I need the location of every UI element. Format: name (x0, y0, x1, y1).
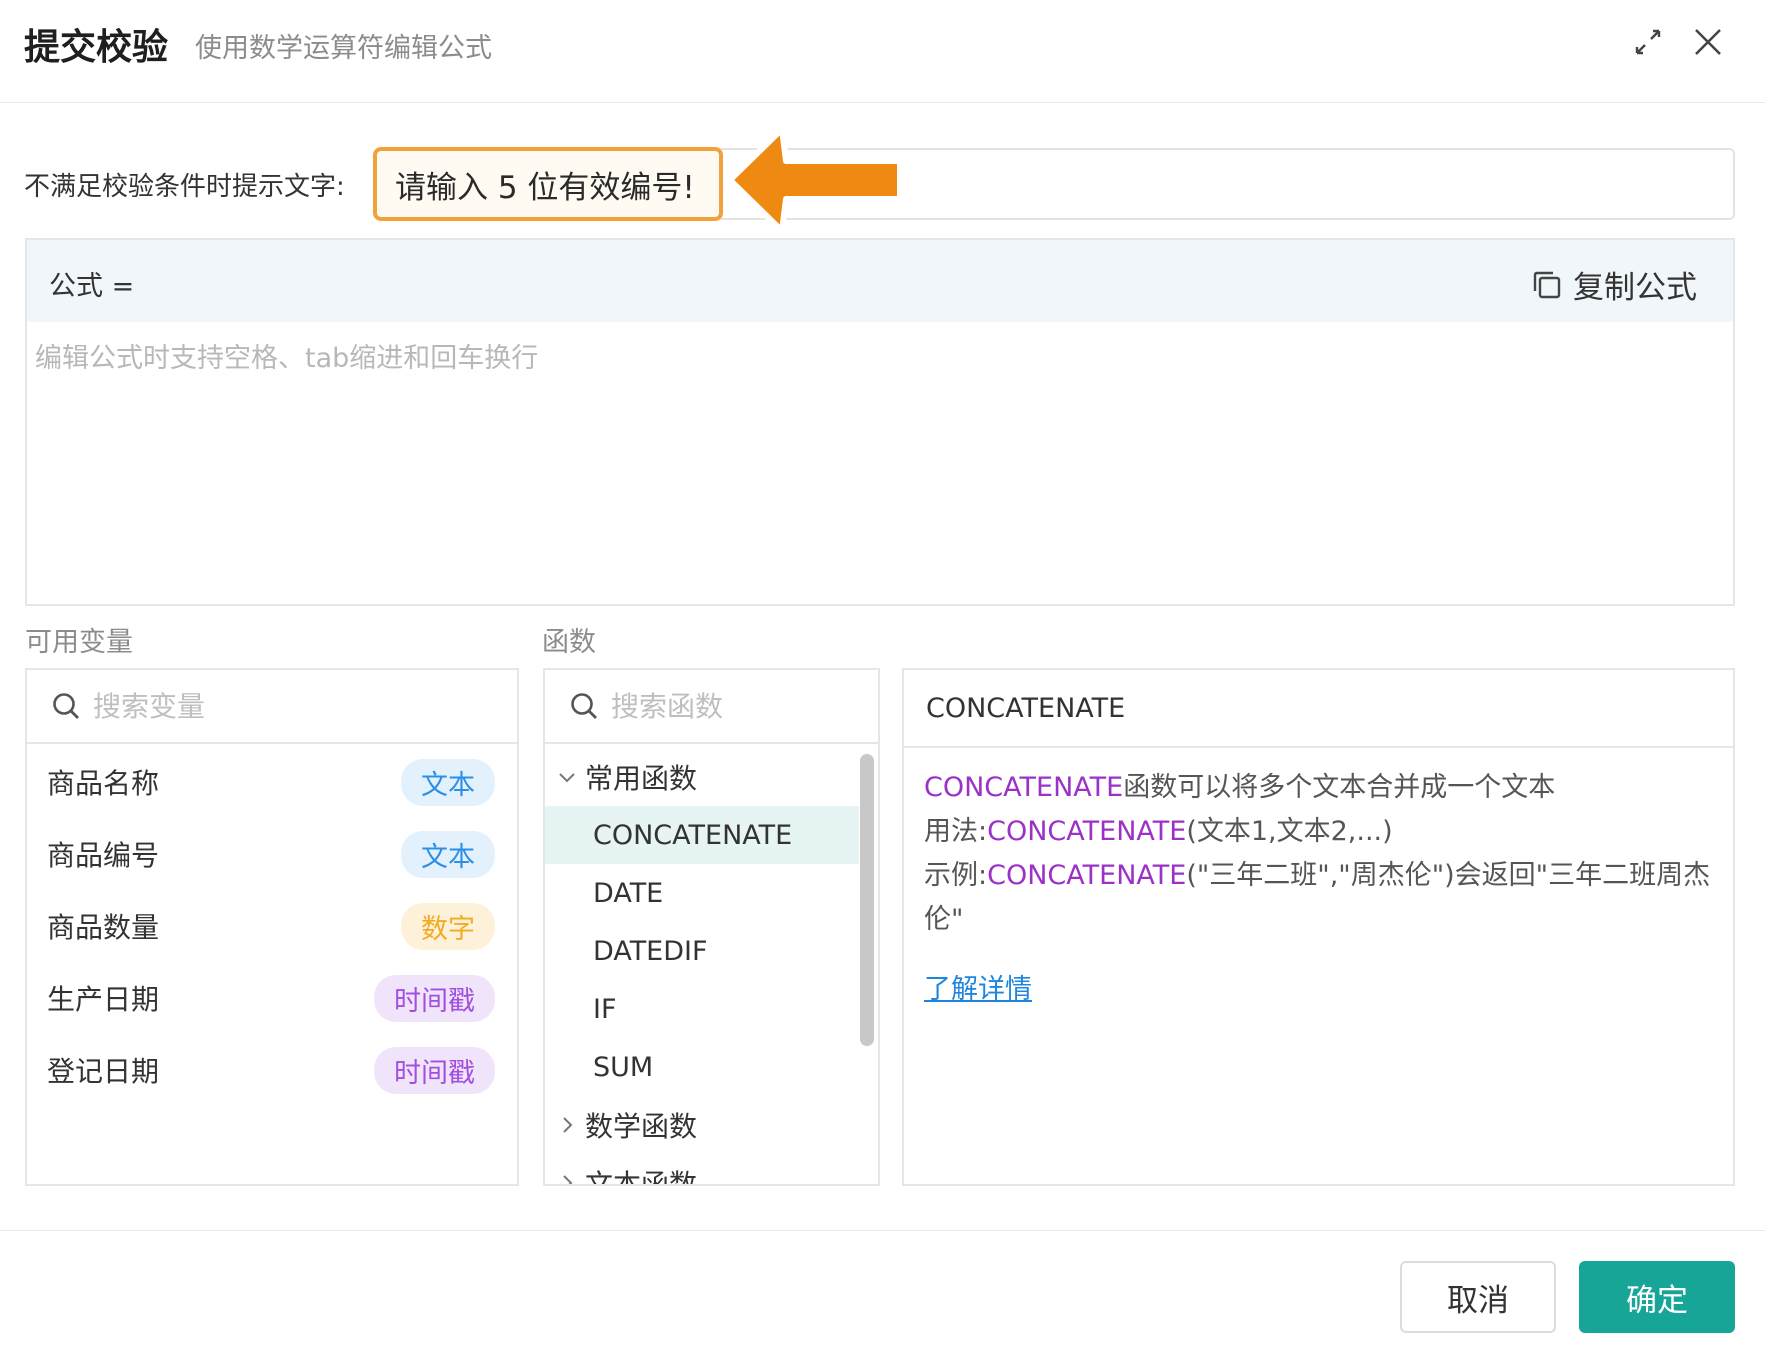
formula-placeholder: 编辑公式时支持空格、tab缩进和回车换行 (35, 343, 539, 374)
dialog-header: 提交校验 使用数学运算符编辑公式 (0, 0, 1765, 103)
function-item[interactable]: SUM (545, 1038, 859, 1096)
formula-header: 公式 = 复制公式 (27, 240, 1733, 322)
functions-section-label: 函数 (542, 627, 596, 658)
variable-name: 生产日期 (47, 983, 160, 1016)
chevron-down-icon (559, 773, 575, 783)
function-item[interactable]: DATE (545, 864, 859, 922)
variable-search-input[interactable] (93, 689, 393, 723)
chevron-right-icon (563, 1117, 573, 1133)
variable-item[interactable]: 商品编号 文本 (27, 818, 517, 890)
variables-panel: 商品名称 文本 商品编号 文本 商品数量 数字 生产日期 时间戳 登记日期 时间… (25, 668, 519, 1186)
variable-item[interactable]: 生产日期 时间戳 (27, 962, 517, 1034)
arrow-left-icon (727, 126, 903, 234)
hint-label: 不满足校验条件时提示文字: (24, 172, 345, 202)
function-description: CONCATENATE函数可以将多个文本合并成一个文本 (924, 766, 1713, 810)
function-group-math[interactable]: 数学函数 (545, 1096, 878, 1154)
variable-item[interactable]: 登记日期 时间戳 (27, 1034, 517, 1106)
variable-name: 登记日期 (47, 1055, 160, 1088)
type-badge: 文本 (401, 830, 495, 878)
type-badge: 文本 (401, 758, 495, 806)
function-name: CONCATENATE (987, 816, 1187, 847)
function-list-scrollbar[interactable] (860, 754, 874, 1046)
function-name: CONCATENATE (987, 860, 1187, 891)
confirm-button[interactable]: 确定 (1579, 1261, 1735, 1333)
close-x-icon (1695, 29, 1721, 55)
cancel-button[interactable]: 取消 (1400, 1261, 1556, 1333)
function-group-label: 数学函数 (585, 1110, 698, 1143)
formula-editor[interactable]: 公式 = 复制公式 编辑公式时支持空格、tab缩进和回车换行 (25, 238, 1735, 606)
function-search-input[interactable] (611, 689, 831, 723)
type-badge: 时间戳 (374, 974, 495, 1022)
function-example: 示例:CONCATENATE("三年二班","周杰伦")会返回"三年二班周杰伦" (924, 854, 1713, 942)
dialog-footer: 取消 确定 (0, 1230, 1765, 1351)
function-name: CONCATENATE (924, 772, 1124, 803)
variable-name: 商品编号 (47, 839, 160, 872)
formula-label: 公式 = (49, 271, 135, 302)
function-group-common[interactable]: 常用函数 (545, 748, 878, 806)
function-detail-panel: CONCATENATE CONCATENATE函数可以将多个文本合并成一个文本 … (902, 668, 1735, 1186)
type-badge: 时间戳 (374, 1046, 495, 1094)
chevron-right-icon (563, 1175, 573, 1184)
variables-section-label: 可用变量 (25, 627, 133, 658)
copy-formula-label: 复制公式 (1573, 270, 1697, 306)
function-description-text: 函数可以将多个文本合并成一个文本 (1123, 772, 1556, 803)
function-search (545, 670, 878, 744)
usage-label: 用法: (924, 816, 988, 847)
function-item[interactable]: DATEDIF (545, 922, 859, 980)
function-item[interactable]: IF (545, 980, 859, 1038)
learn-more-link[interactable]: 了解详情 (924, 968, 1032, 1012)
search-icon (53, 693, 79, 719)
variable-name: 商品名称 (47, 767, 160, 800)
function-group-label: 常用函数 (585, 762, 698, 795)
example-label: 示例: (924, 860, 988, 891)
copy-formula-button[interactable]: 复制公式 (1531, 262, 1697, 307)
hint-text-value[interactable]: 请输入 5 位有效编号! (373, 147, 723, 221)
variable-item[interactable]: 商品名称 文本 (27, 746, 517, 818)
usage-args: (文本1,文本2,...) (1186, 816, 1393, 847)
function-usage: 用法:CONCATENATE(文本1,文本2,...) (924, 810, 1713, 854)
collapse-icon[interactable] (1628, 22, 1668, 62)
variable-item[interactable]: 商品数量 数字 (27, 890, 517, 962)
variable-name: 商品数量 (47, 911, 160, 944)
search-icon (571, 693, 597, 719)
collapse-arrows-icon (1635, 29, 1661, 55)
function-list: 常用函数 CONCATENATE DATE DATEDIF IF SUM 数学函… (545, 744, 878, 1184)
function-detail-title: CONCATENATE (904, 670, 1733, 748)
dialog-subtitle: 使用数学运算符编辑公式 (195, 33, 492, 64)
dialog-title: 提交校验 (24, 27, 169, 68)
functions-panel: 常用函数 CONCATENATE DATE DATEDIF IF SUM 数学函… (543, 668, 880, 1186)
close-icon[interactable] (1688, 22, 1728, 62)
function-group-text[interactable]: 文本函数 (545, 1154, 878, 1184)
variable-search (27, 670, 517, 744)
function-group-label: 文本函数 (585, 1163, 697, 1184)
type-badge: 数字 (401, 902, 495, 950)
copy-icon (1533, 271, 1561, 298)
function-detail-body: CONCATENATE函数可以将多个文本合并成一个文本 用法:CONCATENA… (904, 748, 1733, 1030)
function-item[interactable]: CONCATENATE (545, 806, 859, 864)
